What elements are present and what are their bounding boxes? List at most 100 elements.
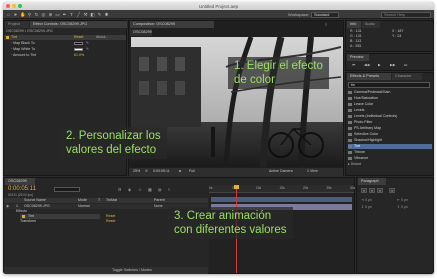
prop-transform[interactable]: Transform Reset [20, 219, 115, 224]
tab-paragraph[interactable]: Paragraph [358, 178, 386, 185]
step-back-icon[interactable]: ◀◀ [364, 63, 370, 68]
workspace-select[interactable]: Standard [311, 11, 339, 18]
zoom-select[interactable]: 25% [133, 169, 140, 174]
effect-category-distort[interactable]: ▸ Distort [348, 162, 361, 167]
stopwatch-icon[interactable]: ◔ [10, 53, 12, 57]
prop-transform-reset[interactable]: Reset [106, 219, 115, 224]
col-t[interactable]: T [98, 198, 100, 203]
tab-effects-presets[interactable]: Effects & Presets [347, 73, 391, 80]
tab-project[interactable]: Project [5, 21, 29, 28]
tab-audio[interactable]: Audio [362, 21, 380, 28]
align-right-button[interactable]: ≡ [377, 188, 383, 193]
zoom-tool-icon[interactable]: ⚲ [27, 12, 32, 17]
playhead-handle[interactable] [234, 185, 240, 189]
clone-stamp-icon[interactable]: ⚒ [83, 12, 88, 17]
effect-icon [348, 144, 352, 148]
stopwatch-icon[interactable]: ◔ [10, 47, 12, 51]
time-ruler[interactable]: 0s05s10s15s20s25s30s [209, 185, 355, 193]
hand-tool-icon[interactable]: ✋ [20, 12, 26, 17]
eyedropper-icon[interactable]: ✎ [86, 47, 89, 52]
work-area-bar[interactable] [211, 197, 352, 202]
draft-3d-icon[interactable]: ◈ [128, 187, 131, 192]
indent-right-icon[interactable]: ⇤ 0 px [397, 198, 408, 203]
fx-toggle-icon[interactable] [6, 36, 9, 39]
camera-snapshot-icon[interactable]: ◙ [179, 169, 181, 174]
effect-list-item[interactable]: Gamma/Pedestal/Gain [348, 90, 432, 95]
align-left-button[interactable]: ≡ [361, 188, 367, 193]
col-trkmat[interactable]: TrkMat [106, 198, 117, 203]
black-color-swatch[interactable] [74, 42, 83, 45]
eyedropper-icon[interactable]: ✎ [86, 41, 89, 46]
col-source-name[interactable]: Source Name [24, 198, 46, 203]
puppet-tool-icon[interactable]: ✱ [104, 12, 109, 17]
panel-menu-icon[interactable]: ≡ [325, 22, 327, 27]
tab-character[interactable]: Character [392, 73, 422, 80]
effect-list-item[interactable]: PS Arbitrary Map [348, 126, 432, 131]
effect-list-item[interactable]: Photo Filter [348, 120, 432, 125]
col-mode[interactable]: Mode [78, 198, 87, 203]
brush-tool-icon[interactable]: ╱ [76, 12, 81, 17]
motion-blur-icon[interactable]: ◍ [158, 187, 162, 192]
text-tool-icon[interactable]: T [69, 12, 74, 17]
stopwatch-icon[interactable]: ◔ [10, 41, 12, 45]
camera-tool-icon[interactable]: ◎ [41, 12, 46, 17]
indent-left-icon[interactable]: ⇥ 0 px [361, 198, 372, 203]
about-link[interactable]: About... [96, 35, 108, 40]
white-color-swatch[interactable] [74, 48, 83, 51]
tab-effect-controls[interactable]: Effect Controls: OSC08299.JPG [30, 21, 127, 28]
toggle-switches-modes[interactable]: Toggle Switches / Modes [112, 268, 152, 273]
effect-list-item[interactable]: Hue/Saturation [348, 96, 432, 101]
tab-preview[interactable]: Preview [347, 54, 369, 61]
layer-parent[interactable]: None [154, 204, 163, 209]
effect-list-item[interactable]: Leave Color [348, 102, 432, 107]
step-forward-icon[interactable]: ▶▶ [390, 63, 396, 68]
viewer-timecode[interactable]: 0:00:05:11 [153, 169, 170, 174]
last-frame-icon[interactable]: ⏭ [404, 63, 407, 68]
home-icon[interactable]: ⌂ [6, 12, 11, 17]
effect-row-tint[interactable]: Tint Reset About... [4, 35, 126, 40]
effect-list-item[interactable]: Selective Color [348, 132, 432, 137]
comp-flowchart-icon[interactable]: ⊟ [118, 187, 121, 192]
fx-toggle-icon[interactable] [22, 215, 25, 218]
layer-mode[interactable]: Normal [78, 204, 90, 209]
search-help-input[interactable]: Search Help [381, 11, 431, 18]
effect-list-item[interactable]: Tritone [348, 150, 432, 155]
effect-list-item[interactable]: Levels (Individual Controls) [348, 114, 432, 119]
view-layout-select[interactable]: 1 View [307, 169, 318, 174]
active-camera-select[interactable]: Active Camera [269, 169, 293, 174]
timeline-search-input[interactable] [54, 187, 80, 192]
justify-button[interactable]: ≡ [389, 188, 395, 193]
grid-icon[interactable]: ⊞ [145, 169, 148, 174]
tab-timeline[interactable]: OSC08299 [5, 178, 35, 185]
effect-list-item[interactable]: Shadow/Highlight [348, 138, 432, 143]
timeline-timecode[interactable]: 0:00:05:11 [8, 186, 36, 192]
resolution-select[interactable]: Full [189, 169, 195, 174]
eraser-tool-icon[interactable]: ◧ [90, 12, 95, 17]
rectangle-tool-icon[interactable]: ▭ [55, 12, 60, 17]
effects-search-input[interactable]: tin [348, 82, 430, 88]
amount-to-tint-value[interactable]: 61.0% [74, 53, 84, 58]
align-center-button[interactable]: ≡ [369, 188, 375, 193]
selection-tool-icon[interactable]: ➤ [13, 12, 18, 17]
eye-icon[interactable]: ◉ [6, 204, 9, 209]
tab-layer[interactable]: OSC08299 [130, 29, 152, 36]
roto-brush-icon[interactable]: ✎ [97, 12, 102, 17]
layer-name[interactable]: OSC08299.JPG [24, 204, 50, 209]
play-icon[interactable]: ▶ [378, 63, 381, 68]
space-after-icon[interactable]: ↥ 0 px [397, 205, 408, 210]
reset-link[interactable]: Reset [74, 35, 83, 40]
tab-info[interactable]: Info [347, 21, 361, 28]
effect-list-item[interactable]: Vibrance [348, 156, 432, 161]
pen-tool-icon[interactable]: ✒ [62, 12, 67, 17]
first-frame-icon[interactable]: ⏮ [352, 63, 355, 68]
graph-editor-icon[interactable]: ⌇ [168, 187, 170, 192]
tab-composition[interactable]: Composition: OSC08299 [130, 21, 214, 28]
frame-blending-icon[interactable]: ▦ [148, 187, 152, 192]
space-before-icon[interactable]: ↧ 0 px [361, 205, 372, 210]
shy-layers-icon[interactable]: ☺ [138, 187, 142, 192]
effect-list-item[interactable]: Tint [348, 144, 432, 149]
col-parent[interactable]: Parent [154, 198, 165, 203]
rotate-tool-icon[interactable]: ↻ [34, 12, 39, 17]
effect-list-item[interactable]: Levels [348, 108, 432, 113]
pan-behind-tool-icon[interactable]: ⊕ [48, 12, 53, 17]
